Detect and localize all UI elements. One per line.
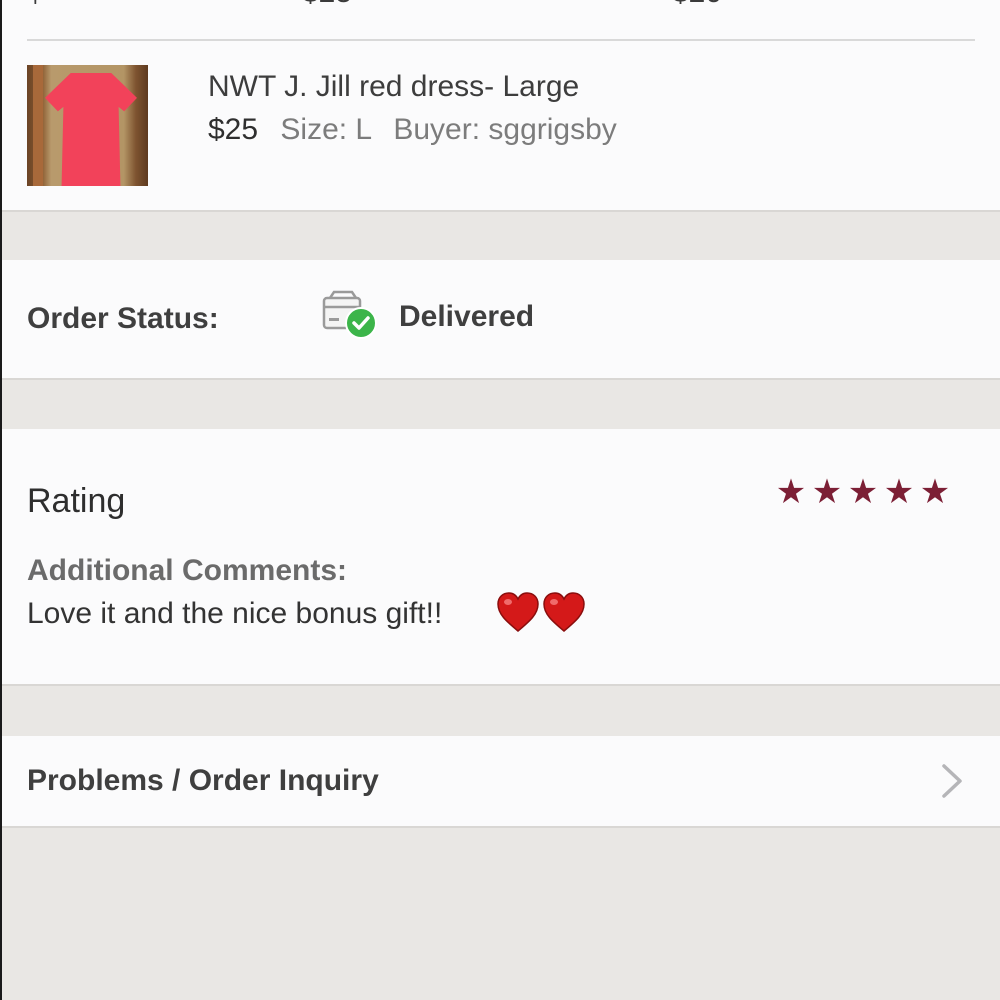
section-divider	[2, 210, 1000, 212]
order-detail-page: † $25 $20 NWT J. Jill red dress- Large $…	[0, 0, 1000, 1000]
item-buyer: Buyer: sggrigsby	[393, 113, 617, 146]
thumbnail-door	[33, 65, 43, 186]
item-price: $25	[208, 113, 259, 146]
rating-title: Rating	[27, 482, 126, 520]
order-status-label: Order Status:	[27, 302, 219, 335]
star-icon: ★	[919, 473, 951, 511]
heart-icon	[543, 592, 585, 632]
comments-text: Love it and the nice bonus gift!!	[27, 597, 443, 630]
heart-emojis	[496, 591, 586, 635]
item-size: Size: L	[280, 113, 372, 146]
cropped-col1-text: †	[27, 0, 44, 8]
item-title[interactable]: NWT J. Jill red dress- Large	[208, 70, 579, 104]
chevron-right-icon[interactable]	[936, 762, 966, 800]
heart-icon	[497, 592, 539, 632]
delivered-package-check-icon	[322, 290, 377, 339]
cropped-col2-text: $25	[302, 0, 352, 8]
row-separator	[27, 39, 975, 41]
section-divider	[2, 378, 1000, 380]
problems-order-inquiry-link[interactable]: Problems / Order Inquiry	[27, 764, 379, 798]
order-status-value: Delivered	[399, 300, 535, 333]
section-divider	[2, 684, 1000, 686]
item-panel: † $25 $20 NWT J. Jill red dress- Large $…	[2, 0, 1000, 211]
section-divider	[2, 826, 1000, 828]
star-icon: ★	[847, 473, 879, 511]
item-thumbnail[interactable]	[27, 65, 148, 186]
star-icon: ★	[775, 473, 807, 511]
item-meta: $25 Size: L Buyer: sggrigsby	[208, 113, 617, 147]
rating-stars: ★ ★ ★ ★ ★	[775, 473, 951, 511]
star-icon: ★	[883, 473, 915, 511]
star-icon: ★	[811, 473, 843, 511]
comments-label: Additional Comments:	[27, 554, 347, 587]
cropped-col3-text: $20	[672, 0, 722, 8]
